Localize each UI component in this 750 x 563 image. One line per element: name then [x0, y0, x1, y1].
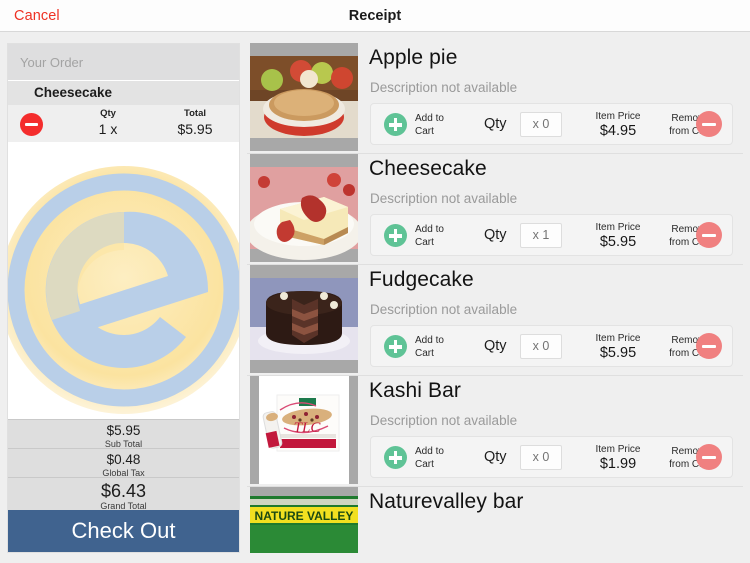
check-out-button[interactable]: Check Out [8, 510, 239, 552]
qty-label: Qty [484, 116, 507, 132]
item-price: Item Price $4.95 [573, 110, 663, 140]
add-to-cart-label-line2: Cart [415, 237, 434, 248]
cart-item-qty: Qty 1 x [76, 107, 140, 139]
product-thumbnail-naturevalley-bar: NATURE VALLEY [250, 487, 358, 553]
product-controls: Add to Cart Qty x 0 Item Price $5.95 Rem… [370, 325, 733, 367]
product-thumbnail-cheesecake [250, 154, 358, 262]
product-thumbnail-kashi-bar: TLC [250, 376, 358, 484]
remove-from-cart-icon[interactable] [20, 113, 43, 136]
item-price-label: Item Price [595, 222, 641, 233]
qty-input[interactable]: x 1 [520, 223, 562, 248]
product-controls: Add to Cart Qty x 0 Item Price $1.99 Rem… [370, 436, 733, 478]
product-name: Cheesecake [369, 157, 487, 180]
product-description: Description not available [370, 191, 518, 206]
product-row[interactable]: NATURE VALLEY Naturevalley bar [247, 487, 743, 553]
product-name: Apple pie [369, 46, 458, 69]
global-tax-amount: $0.48 [106, 452, 141, 467]
add-to-cart-icon[interactable] [384, 335, 407, 358]
item-price-value: $1.99 [599, 456, 637, 472]
add-to-cart-icon[interactable] [384, 446, 407, 469]
item-price-value: $5.95 [599, 234, 637, 250]
add-to-cart-icon[interactable] [384, 224, 407, 247]
product-controls: Add to Cart Qty x 1 Item Price $5.95 Rem… [370, 214, 733, 256]
add-to-cart-label-line2: Cart [415, 126, 434, 137]
cart-item-total-label: Total [184, 108, 206, 119]
page-title: Receipt [348, 8, 402, 24]
global-tax-row: $0.48 Global Tax [8, 448, 239, 478]
order-panel-header-label: Your Order [20, 55, 84, 70]
product-thumbnail-fudgecake [250, 265, 358, 373]
qty-label: Qty [484, 227, 507, 243]
remove-from-cart-icon[interactable] [696, 444, 722, 470]
cart-item-qty-value: 1 x [98, 121, 118, 137]
product-description: Description not available [370, 80, 518, 95]
page-body: Your Order Cheesecake Qty 1 x Total $5.9… [0, 33, 750, 563]
product-name: Kashi Bar [369, 379, 461, 402]
item-price-label: Item Price [595, 333, 641, 344]
qty-label: Qty [484, 449, 507, 465]
item-price: Item Price $5.95 [573, 332, 663, 362]
grand-total-row: $6.43 Grand Total [8, 477, 239, 511]
order-panel: Your Order Cheesecake Qty 1 x Total $5.9… [7, 43, 240, 553]
cart-item-qty-label: Qty [100, 108, 116, 119]
cart-item-row: Qty 1 x Total $5.95 [8, 105, 239, 142]
qty-label: Qty [484, 338, 507, 354]
cart-item-name: Cheesecake [34, 85, 113, 100]
qty-input[interactable]: x 0 [520, 112, 562, 137]
product-row[interactable]: Cheesecake Description not available Add… [247, 154, 743, 265]
remove-from-cart-icon[interactable] [696, 222, 722, 248]
order-totals: $5.95 Sub Total $0.48 Global Tax $6.43 G… [8, 419, 239, 552]
grand-total-amount: $6.43 [100, 481, 147, 501]
add-to-cart-button[interactable]: Add to Cart [415, 445, 444, 471]
brand-logo-area [8, 142, 239, 422]
item-price-value: $4.95 [599, 123, 637, 139]
navigation-bar: Cancel Receipt [0, 0, 750, 32]
add-to-cart-label-line1: Add to [415, 335, 444, 346]
add-to-cart-label-line1: Add to [415, 113, 444, 124]
product-name: Fudgecake [369, 268, 474, 291]
subtotal-amount: $5.95 [106, 423, 141, 438]
item-price-value: $5.95 [599, 345, 637, 361]
product-row[interactable]: TLC Kashi Bar Description not available … [247, 376, 743, 487]
add-to-cart-button[interactable]: Add to Cart [415, 334, 444, 360]
remove-from-cart-icon[interactable] [696, 111, 722, 137]
cart-item-total: Total $5.95 [163, 107, 227, 139]
svg-text:NATURE VALLEY: NATURE VALLEY [255, 509, 354, 523]
subtotal-row: $5.95 Sub Total [8, 419, 239, 449]
cart-item-name-bar: Cheesecake [8, 81, 239, 105]
order-panel-header: Your Order [8, 44, 239, 80]
cart-item-total-value: $5.95 [177, 121, 213, 137]
product-row[interactable]: Apple pie Description not available Add … [247, 43, 743, 154]
item-price-label: Item Price [595, 111, 641, 122]
add-to-cart-button[interactable]: Add to Cart [415, 112, 444, 138]
product-thumbnail-apple-pie [250, 43, 358, 151]
svg-text:TLC: TLC [294, 420, 322, 436]
e-logo-icon [8, 166, 239, 414]
item-price: Item Price $5.95 [573, 221, 663, 251]
product-description: Description not available [370, 413, 518, 428]
add-to-cart-icon[interactable] [384, 113, 407, 136]
product-list[interactable]: Apple pie Description not available Add … [247, 43, 743, 553]
product-row[interactable]: Fudgecake Description not available Add … [247, 265, 743, 376]
remove-from-cart-icon[interactable] [696, 333, 722, 359]
product-description: Description not available [370, 302, 518, 317]
add-to-cart-label-line2: Cart [415, 459, 434, 470]
add-to-cart-label-line1: Add to [415, 224, 444, 235]
product-name: Naturevalley bar [369, 490, 524, 513]
item-price: Item Price $1.99 [573, 443, 663, 473]
qty-input[interactable]: x 0 [520, 334, 562, 359]
add-to-cart-button[interactable]: Add to Cart [415, 223, 444, 249]
qty-input[interactable]: x 0 [520, 445, 562, 470]
product-controls: Add to Cart Qty x 0 Item Price $4.95 Rem… [370, 103, 733, 145]
item-price-label: Item Price [595, 444, 641, 455]
add-to-cart-label-line1: Add to [415, 446, 444, 457]
add-to-cart-label-line2: Cart [415, 348, 434, 359]
